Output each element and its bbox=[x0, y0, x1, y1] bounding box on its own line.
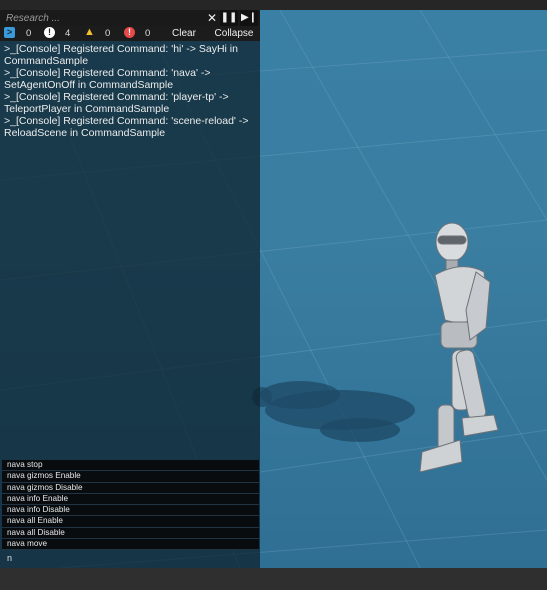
suggestion-item[interactable]: nava stop bbox=[2, 460, 259, 472]
character-shadow bbox=[252, 381, 415, 442]
clear-button[interactable]: Clear bbox=[164, 26, 204, 41]
suggestion-item[interactable]: nava info Enable bbox=[2, 493, 259, 506]
info-count: 4 bbox=[65, 28, 71, 39]
collapse-button[interactable]: Collapse bbox=[210, 26, 258, 41]
autocomplete-list: nava stop nava gizmos Enable nava gizmos… bbox=[2, 460, 259, 551]
error-icon: ! bbox=[124, 27, 135, 38]
window-top-bar bbox=[0, 0, 547, 10]
suggestion-item[interactable]: nava all Disable bbox=[2, 527, 259, 540]
log-count: 0 bbox=[26, 28, 32, 39]
suggestion-item[interactable]: nava move bbox=[2, 539, 259, 551]
suggestion-item[interactable]: nava gizmos Disable bbox=[2, 482, 259, 494]
error-count: 0 bbox=[145, 28, 151, 39]
humanoid-character bbox=[419, 222, 499, 473]
warning-icon: ▲ bbox=[84, 26, 95, 38]
log-entry[interactable]: >_[Console] Registered Command: 'scene-r… bbox=[4, 115, 254, 139]
game-window: ✕ ❚❚ ▶❙ > 0 ! 4 ▲ 0 ! 0 Clear Collapse bbox=[0, 0, 547, 590]
suggestion-item[interactable]: nava gizmos Enable bbox=[2, 471, 259, 483]
pause-icon[interactable]: ❚❚ bbox=[220, 10, 238, 26]
log-filter-bar: > 0 ! 4 ▲ 0 ! 0 Clear Collapse bbox=[0, 26, 260, 41]
log-output: >_[Console] Registered Command: 'hi' -> … bbox=[4, 43, 254, 139]
log-icon: > bbox=[4, 27, 15, 38]
step-forward-icon[interactable]: ▶❙ bbox=[240, 10, 258, 26]
close-icon[interactable]: ✕ bbox=[203, 10, 221, 26]
info-icon: ! bbox=[44, 27, 55, 38]
window-bottom-bar bbox=[0, 568, 547, 590]
search-input[interactable] bbox=[2, 11, 210, 25]
debug-console-panel: ✕ ❚❚ ▶❙ > 0 ! 4 ▲ 0 ! 0 Clear Collapse bbox=[0, 10, 260, 568]
suggestion-item[interactable]: nava all Enable bbox=[2, 516, 259, 528]
log-entry[interactable]: >_[Console] Registered Command: 'hi' -> … bbox=[4, 43, 254, 67]
console-toolbar: ✕ ❚❚ ▶❙ bbox=[0, 10, 260, 26]
command-input[interactable]: n bbox=[2, 550, 264, 566]
suggestion-item[interactable]: nava info Disable bbox=[2, 505, 259, 517]
log-entry[interactable]: >_[Console] Registered Command: 'player-… bbox=[4, 91, 254, 115]
log-entry[interactable]: >_[Console] Registered Command: 'nava' -… bbox=[4, 67, 254, 91]
warning-count: 0 bbox=[105, 28, 111, 39]
